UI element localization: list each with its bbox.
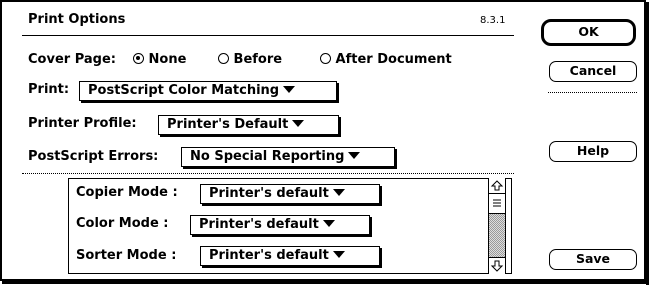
copier-mode-label: Copier Mode :: [76, 185, 178, 200]
copier-mode-value: Printer's default: [209, 186, 329, 201]
scroll-up-button[interactable]: [489, 178, 505, 194]
radio-unselected-icon: [218, 53, 229, 64]
copier-mode-popup[interactable]: Printer's default: [200, 184, 380, 204]
ok-button[interactable]: OK: [541, 19, 636, 46]
postscript-errors-popup[interactable]: No Special Reporting: [181, 147, 395, 167]
button-separator: [548, 92, 637, 93]
version-label: 8.3.1: [480, 15, 506, 26]
cover-none-label: None: [148, 52, 187, 67]
postscript-errors-label: PostScript Errors:: [28, 149, 159, 164]
save-button-label: Save: [575, 251, 611, 266]
cover-page-label: Cover Page:: [28, 52, 116, 67]
print-value: PostScript Color Matching: [88, 83, 280, 98]
chevron-down-icon: [292, 120, 305, 127]
color-mode-popup[interactable]: Printer's default: [190, 215, 370, 235]
section-separator: [22, 173, 514, 174]
dialog-shadow-bottom: [2, 281, 649, 284]
printer-profile-popup[interactable]: Printer's Default: [158, 115, 339, 135]
arrow-down-icon: [490, 260, 504, 272]
save-button[interactable]: Save: [549, 249, 637, 270]
chevron-down-icon: [332, 251, 345, 258]
grip-icon: [493, 199, 501, 207]
color-mode-value: Printer's default: [199, 217, 319, 232]
print-label: Print:: [28, 82, 70, 97]
cancel-button-label: Cancel: [569, 63, 617, 78]
chevron-down-icon: [322, 220, 335, 227]
help-button-label: Help: [576, 143, 610, 158]
sorter-mode-label: Sorter Mode :: [76, 248, 177, 263]
dialog-title: Print Options: [28, 12, 126, 27]
printer-profile-label: Printer Profile:: [28, 116, 137, 131]
cover-none-radio[interactable]: None: [133, 52, 186, 68]
cover-after-radio[interactable]: After Document: [320, 52, 452, 68]
chevron-down-icon: [283, 86, 296, 93]
cover-before-label: Before: [233, 52, 283, 67]
sorter-mode-value: Printer's default: [209, 248, 329, 263]
dialog-shadow-right: [646, 2, 649, 285]
title-divider: [22, 35, 514, 36]
help-button[interactable]: Help: [549, 141, 637, 162]
scrollbar[interactable]: [488, 178, 506, 274]
arrow-up-icon: [490, 180, 504, 191]
radio-selected-icon: [133, 53, 144, 64]
device-options-list: Copier Mode : Printer's default Color Mo…: [68, 178, 512, 274]
printer-profile-value: Printer's Default: [167, 117, 289, 132]
chevron-down-icon: [348, 152, 361, 159]
sorter-mode-popup[interactable]: Printer's default: [200, 246, 380, 266]
chevron-down-icon: [332, 189, 345, 196]
radio-unselected-icon: [320, 53, 331, 64]
scroll-thumb[interactable]: [489, 194, 505, 214]
cover-before-radio[interactable]: Before: [218, 52, 282, 68]
color-mode-label: Color Mode :: [76, 216, 169, 231]
ok-button-label: OK: [578, 24, 599, 39]
cancel-button[interactable]: Cancel: [549, 61, 637, 82]
scroll-down-button[interactable]: [489, 257, 505, 273]
print-popup[interactable]: PostScript Color Matching: [79, 81, 337, 101]
postscript-errors-value: No Special Reporting: [190, 149, 345, 164]
scroll-track[interactable]: [489, 214, 505, 257]
cover-after-label: After Document: [335, 52, 452, 67]
